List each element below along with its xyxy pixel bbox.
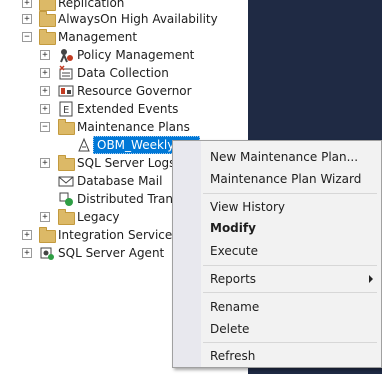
distributed-transaction-icon — [58, 191, 74, 207]
tree-item-label: Resource Governor — [77, 84, 192, 98]
tree-item-label: Distributed Transa — [77, 192, 187, 206]
menu-separator — [203, 193, 377, 194]
tree-item-label: Legacy — [77, 210, 120, 224]
menu-item-execute[interactable]: Execute — [210, 241, 258, 261]
menu-icon-gutter — [173, 141, 201, 367]
tree-item-alwayson[interactable]: + AlwaysOn High Availability — [0, 10, 248, 28]
svg-text:E: E — [63, 105, 69, 116]
tree-item-label: SQL Server Agent — [58, 246, 165, 260]
resource-governor-icon — [58, 83, 74, 99]
menu-item-modify[interactable]: Modify — [210, 218, 256, 238]
folder-icon — [39, 227, 56, 243]
tree-item-label: Maintenance Plans — [77, 120, 190, 134]
menu-separator — [203, 342, 377, 343]
folder-icon — [58, 119, 75, 135]
maintenance-plan-icon — [76, 137, 92, 153]
sql-agent-icon — [39, 245, 55, 261]
tree-item-maintenance-plans[interactable]: − Maintenance Plans — [0, 118, 248, 136]
folder-icon — [39, 11, 56, 27]
database-mail-icon — [58, 173, 74, 189]
folder-icon — [58, 209, 75, 225]
tree-item-data-collection[interactable]: + Data Collection — [0, 64, 248, 82]
menu-separator — [203, 265, 377, 266]
tree-item-management[interactable]: − Management — [0, 28, 248, 46]
menu-item-reports[interactable]: Reports — [210, 269, 375, 289]
tree-item-label: SQL Server Logs — [77, 156, 176, 170]
menu-item-view-history[interactable]: View History — [210, 197, 285, 217]
collapse-icon[interactable]: − — [22, 32, 32, 42]
expand-icon[interactable]: + — [22, 0, 32, 8]
expand-icon[interactable]: + — [40, 86, 50, 96]
tree-item-policy-management[interactable]: + Policy Management — [0, 46, 248, 64]
expand-icon[interactable]: + — [40, 68, 50, 78]
tree-item-label: Extended Events — [77, 102, 179, 116]
menu-item-new-maintenance-plan[interactable]: New Maintenance Plan... — [210, 147, 358, 167]
tree-item-resource-governor[interactable]: + Resource Governor — [0, 82, 248, 100]
menu-item-label: Reports — [210, 272, 257, 286]
menu-item-refresh[interactable]: Refresh — [210, 346, 255, 366]
context-menu: New Maintenance Plan... Maintenance Plan… — [172, 140, 382, 368]
menu-item-maintenance-plan-wizard[interactable]: Maintenance Plan Wizard — [210, 169, 361, 189]
menu-separator — [203, 292, 377, 293]
extended-events-icon: E — [58, 101, 74, 117]
policy-icon — [58, 47, 74, 63]
tree-item-label: Database Mail — [77, 174, 163, 188]
folder-icon — [39, 29, 56, 45]
menu-item-delete[interactable]: Delete — [210, 319, 249, 339]
submenu-arrow-icon — [369, 275, 373, 283]
tree-item-label: Policy Management — [77, 48, 195, 62]
menu-item-rename[interactable]: Rename — [210, 297, 259, 317]
expand-icon[interactable]: + — [22, 230, 32, 240]
tree-item-extended-events[interactable]: + E Extended Events — [0, 100, 248, 118]
collapse-icon[interactable]: − — [40, 122, 50, 132]
tree-item-label: Data Collection — [77, 66, 169, 80]
expand-icon[interactable]: + — [40, 212, 50, 222]
tree-item-label: AlwaysOn High Availability — [58, 12, 218, 26]
expand-icon[interactable]: + — [22, 248, 32, 258]
expand-icon[interactable]: + — [40, 158, 50, 168]
expand-icon[interactable]: + — [22, 14, 32, 24]
data-collection-icon — [58, 65, 74, 81]
expand-icon[interactable]: + — [40, 50, 50, 60]
folder-icon — [58, 155, 75, 171]
tree-item-label: Management — [58, 30, 138, 44]
expand-icon[interactable]: + — [40, 104, 50, 114]
